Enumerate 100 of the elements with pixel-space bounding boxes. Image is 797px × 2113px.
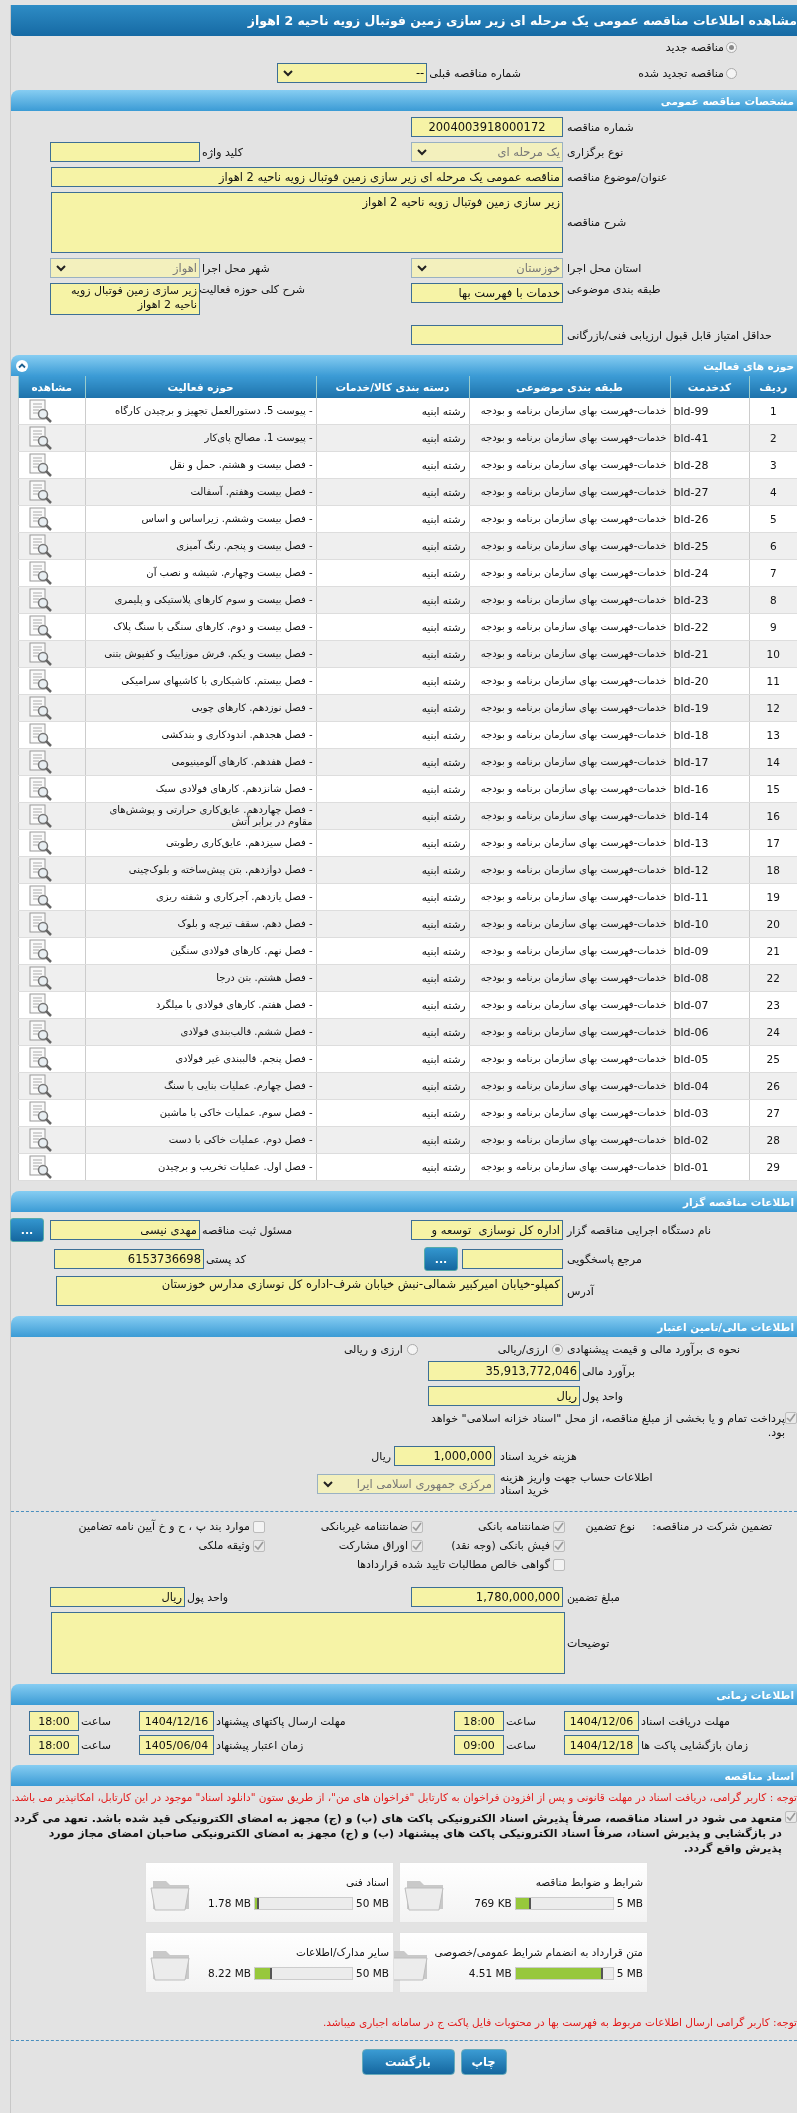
checkbox[interactable] bbox=[411, 1520, 423, 1533]
document-search-icon[interactable] bbox=[27, 1074, 53, 1098]
checkbox-label: فیش بانکی (وجه نقد) bbox=[451, 1539, 550, 1552]
date-field[interactable]: 1404/12/18 bbox=[564, 1735, 639, 1755]
notes-field[interactable] bbox=[51, 1612, 565, 1674]
table-cell: 22 bbox=[749, 964, 797, 992]
document-search-icon[interactable] bbox=[27, 912, 53, 936]
table-cell: 20 bbox=[749, 910, 797, 938]
subject-field[interactable]: مناقصه عمومی یک مرحله ای زیر سازی زمین فوتبال زویه ناحیه 2 اهواز bbox=[51, 167, 563, 187]
document-search-icon[interactable] bbox=[27, 453, 53, 477]
checkbox[interactable] bbox=[553, 1539, 565, 1552]
radio-button[interactable] bbox=[726, 41, 737, 53]
document-search-icon[interactable] bbox=[27, 480, 53, 504]
time-field[interactable]: 18:00 bbox=[454, 1711, 504, 1731]
date-field[interactable]: 1404/12/06 bbox=[564, 1711, 639, 1731]
document-search-icon[interactable] bbox=[27, 426, 53, 450]
tender-number-field[interactable]: 2004003918000172 bbox=[411, 117, 563, 137]
document-search-icon[interactable] bbox=[27, 885, 53, 909]
document-search-icon[interactable] bbox=[27, 615, 53, 639]
table-cell: bld-05 bbox=[670, 1045, 749, 1073]
document-search-icon[interactable] bbox=[27, 696, 53, 720]
guarantee-amount-field[interactable]: 1,780,000,000 bbox=[411, 1587, 563, 1607]
date-field[interactable]: 1404/12/16 bbox=[139, 1711, 214, 1731]
table-cell: 21 bbox=[749, 937, 797, 965]
min-score-field[interactable] bbox=[411, 325, 563, 345]
browse-button[interactable]: ... bbox=[10, 1218, 44, 1242]
field-label: اطلاعات حساب جهت واریز هزینه خرید اسناد bbox=[500, 1471, 654, 1497]
doc-fee-field[interactable]: 1,000,000 bbox=[394, 1446, 495, 1466]
date-field[interactable]: 1405/06/04 bbox=[139, 1735, 214, 1755]
checkbox[interactable] bbox=[253, 1539, 265, 1552]
document-search-icon[interactable] bbox=[27, 1155, 53, 1179]
address-field[interactable]: کمپلو-خیابان امیرکبیر شمالی-نبش خیابان شرف-اداره کل نوسازی مدارس خوزستان bbox=[56, 1276, 563, 1306]
document-search-icon[interactable] bbox=[27, 939, 53, 963]
document-search-icon[interactable] bbox=[27, 804, 53, 828]
document-search-icon[interactable] bbox=[27, 534, 53, 558]
document-search-icon[interactable] bbox=[27, 993, 53, 1017]
collapse-icon[interactable] bbox=[16, 359, 28, 372]
table-cell: خدمات-فهرست بهای سازمان برنامه و بودجه bbox=[469, 1126, 670, 1154]
document-search-icon[interactable] bbox=[27, 669, 53, 693]
keyword-field[interactable] bbox=[50, 142, 200, 162]
registrar-field[interactable]: مهدی نیسی bbox=[50, 1220, 200, 1240]
checkbox[interactable] bbox=[785, 1811, 797, 1823]
table-cell: رشته ابنیه bbox=[316, 424, 469, 452]
checkbox[interactable] bbox=[553, 1558, 565, 1571]
radio-button[interactable] bbox=[406, 1344, 418, 1355]
table-cell: خدمات-فهرست بهای سازمان برنامه و بودجه bbox=[469, 721, 670, 749]
time-field[interactable]: 09:00 bbox=[454, 1735, 504, 1755]
checkbox-label: پرداخت تمام و یا بخشی از مبلغ مناقصه، از محل "اسناد خزانه اسلامی" خواهد بود. bbox=[429, 1412, 785, 1440]
table-cell: رشته ابنیه bbox=[316, 451, 469, 479]
field-label: شرح کلی حوزه فعالیت bbox=[202, 283, 305, 296]
postal-code-field[interactable]: 6153736698 bbox=[54, 1249, 204, 1269]
table-cell: خدمات-فهرست بهای سازمان برنامه و بودجه bbox=[469, 1072, 670, 1100]
document-search-icon[interactable] bbox=[27, 507, 53, 531]
table-cell: رشته ابنیه bbox=[316, 532, 469, 560]
table-cell: 6 bbox=[749, 532, 797, 560]
document-search-icon[interactable] bbox=[27, 1101, 53, 1125]
table-cell: رشته ابنیه bbox=[316, 640, 469, 668]
description-field[interactable]: زیر سازی زمین فوتبال زویه ناحیه 2 اهواز bbox=[51, 192, 563, 253]
table-cell: خدمات-فهرست بهای سازمان برنامه و بودجه bbox=[469, 1018, 670, 1046]
estimate-field[interactable]: 35,913,772,046 bbox=[428, 1361, 580, 1381]
category-field[interactable]: خدمات با فهرست بها bbox=[411, 283, 563, 303]
column-header: مشاهده bbox=[18, 376, 85, 398]
document-search-icon[interactable] bbox=[27, 750, 53, 774]
table-cell: - فصل بیست وهفتم. آسفالت bbox=[85, 478, 316, 506]
document-search-icon[interactable] bbox=[27, 1128, 53, 1152]
checkbox[interactable] bbox=[785, 1412, 797, 1424]
scope-field[interactable]: زیر سازی زمین فوتبال زویه ناحیه 2 اهواز bbox=[50, 283, 200, 315]
section-header: اطلاعات زمانی bbox=[11, 1684, 797, 1705]
document-search-icon[interactable] bbox=[27, 777, 53, 801]
table-cell: خدمات-فهرست بهای سازمان برنامه و بودجه bbox=[469, 829, 670, 857]
back-button[interactable]: بازگشت bbox=[361, 2049, 455, 2075]
currency-field[interactable]: ریال bbox=[428, 1386, 580, 1406]
previous-tender-select[interactable]: -- bbox=[277, 63, 428, 83]
document-search-icon[interactable] bbox=[27, 1047, 53, 1071]
checkbox[interactable] bbox=[411, 1539, 423, 1552]
checkbox[interactable] bbox=[553, 1520, 565, 1533]
document-search-icon[interactable] bbox=[27, 966, 53, 990]
document-search-icon[interactable] bbox=[27, 831, 53, 855]
checkbox[interactable] bbox=[253, 1520, 265, 1533]
browse-button[interactable]: ... bbox=[424, 1247, 458, 1271]
time-field[interactable]: 18:00 bbox=[29, 1711, 79, 1731]
table-cell: رشته ابنیه bbox=[316, 991, 469, 1019]
reference-field[interactable] bbox=[462, 1249, 563, 1269]
radio-button[interactable] bbox=[726, 67, 737, 79]
document-search-icon[interactable] bbox=[27, 642, 53, 666]
document-search-icon[interactable] bbox=[27, 1020, 53, 1044]
radio-button[interactable] bbox=[552, 1344, 563, 1355]
table-cell: 25 bbox=[749, 1045, 797, 1073]
print-button[interactable]: چاپ bbox=[460, 2049, 507, 2075]
document-search-icon[interactable] bbox=[27, 399, 53, 423]
table-cell: bld-02 bbox=[670, 1126, 749, 1154]
time-field[interactable]: 18:00 bbox=[29, 1735, 79, 1755]
document-search-icon[interactable] bbox=[27, 858, 53, 882]
agency-field[interactable]: اداره کل نوسازی توسعه و bbox=[411, 1220, 563, 1240]
field-label: نوع تضمین bbox=[584, 1520, 635, 1533]
document-search-icon[interactable] bbox=[27, 723, 53, 747]
currency-field[interactable]: ریال bbox=[50, 1587, 185, 1607]
document-search-icon[interactable] bbox=[27, 588, 53, 612]
document-search-icon[interactable] bbox=[27, 561, 53, 585]
table-cell: خدمات-فهرست بهای سازمان برنامه و بودجه bbox=[469, 586, 670, 614]
